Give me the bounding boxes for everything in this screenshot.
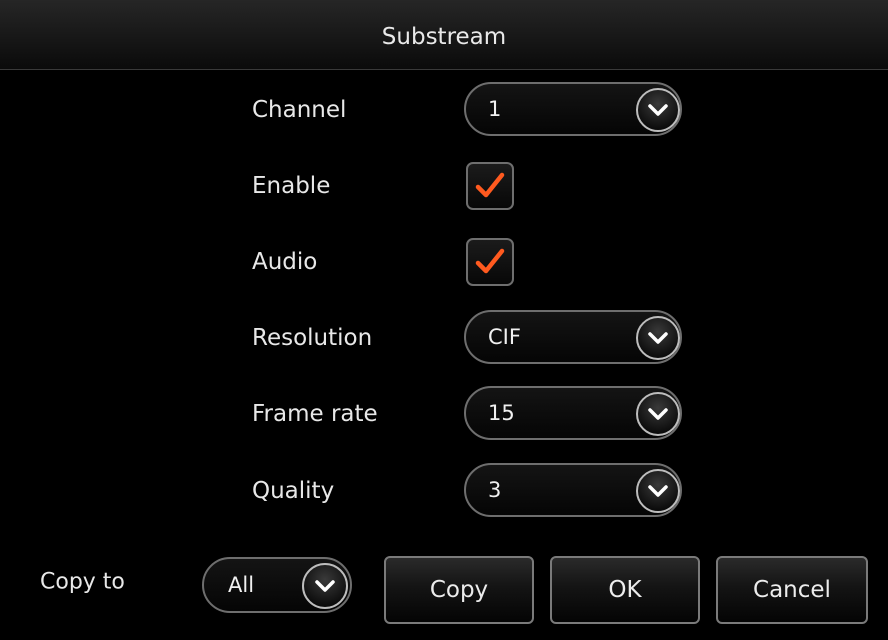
quality-value: 3 [488, 478, 502, 502]
ok-button[interactable]: OK [550, 556, 700, 624]
chevron-down-icon[interactable] [636, 316, 680, 360]
quality-dropdown[interactable]: 3 [464, 463, 682, 517]
frame-rate-value: 15 [488, 401, 515, 425]
quality-label: Quality [252, 478, 335, 504]
chevron-down-icon[interactable] [302, 563, 348, 609]
resolution-dropdown[interactable]: CIF [464, 310, 682, 364]
copy-to-value: All [228, 573, 255, 597]
copy-to-label: Copy to [40, 569, 125, 595]
channel-dropdown[interactable]: 1 [464, 82, 682, 136]
frame-rate-dropdown[interactable]: 15 [464, 386, 682, 440]
enable-checkbox[interactable] [466, 162, 514, 210]
chevron-down-icon[interactable] [636, 88, 680, 132]
audio-row: Audio [0, 234, 888, 290]
copy-button[interactable]: Copy [384, 556, 534, 624]
audio-label: Audio [252, 249, 318, 275]
checkmark-icon [475, 172, 505, 198]
resolution-value: CIF [488, 325, 521, 349]
audio-checkbox[interactable] [466, 238, 514, 286]
checkmark-icon [475, 248, 505, 274]
copy-to-dropdown[interactable]: All [202, 557, 352, 613]
quality-row: Quality 3 [0, 463, 888, 519]
channel-label: Channel [252, 97, 347, 123]
channel-value: 1 [488, 97, 502, 121]
frame-rate-row: Frame rate 15 [0, 386, 888, 442]
enable-row: Enable [0, 158, 888, 214]
dialog-title: Substream [381, 24, 507, 50]
chevron-down-icon[interactable] [636, 469, 680, 513]
channel-row: Channel 1 [0, 82, 888, 138]
cancel-button[interactable]: Cancel [716, 556, 868, 624]
resolution-label: Resolution [252, 325, 373, 351]
frame-rate-label: Frame rate [252, 401, 378, 427]
resolution-row: Resolution CIF [0, 310, 888, 366]
title-bar: Substream [0, 0, 888, 70]
chevron-down-icon[interactable] [636, 392, 680, 436]
enable-label: Enable [252, 173, 331, 199]
substream-dialog: Substream Channel 1 Enable Audio Resolut… [0, 0, 888, 640]
